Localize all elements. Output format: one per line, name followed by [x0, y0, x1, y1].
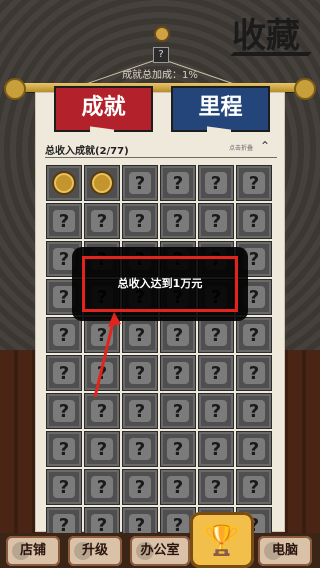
nav-upgrade-label: 升级	[81, 543, 108, 558]
nav-upgrade-button[interactable]: 升级	[68, 536, 122, 566]
nav-collection-button[interactable]: 🏆	[190, 512, 254, 568]
nav-shop-button[interactable]: 店铺	[6, 536, 60, 566]
nav-computer-label: 电脑	[271, 543, 298, 558]
trophy-icon: 🏆	[203, 522, 241, 558]
nav-computer-button[interactable]: 电脑	[258, 536, 312, 566]
annotation-arrow	[93, 312, 121, 398]
nav-shop-label: 店铺	[19, 543, 46, 558]
nav-office-label: 办公室	[140, 543, 180, 558]
nav-office-button[interactable]: 办公室	[130, 536, 190, 566]
